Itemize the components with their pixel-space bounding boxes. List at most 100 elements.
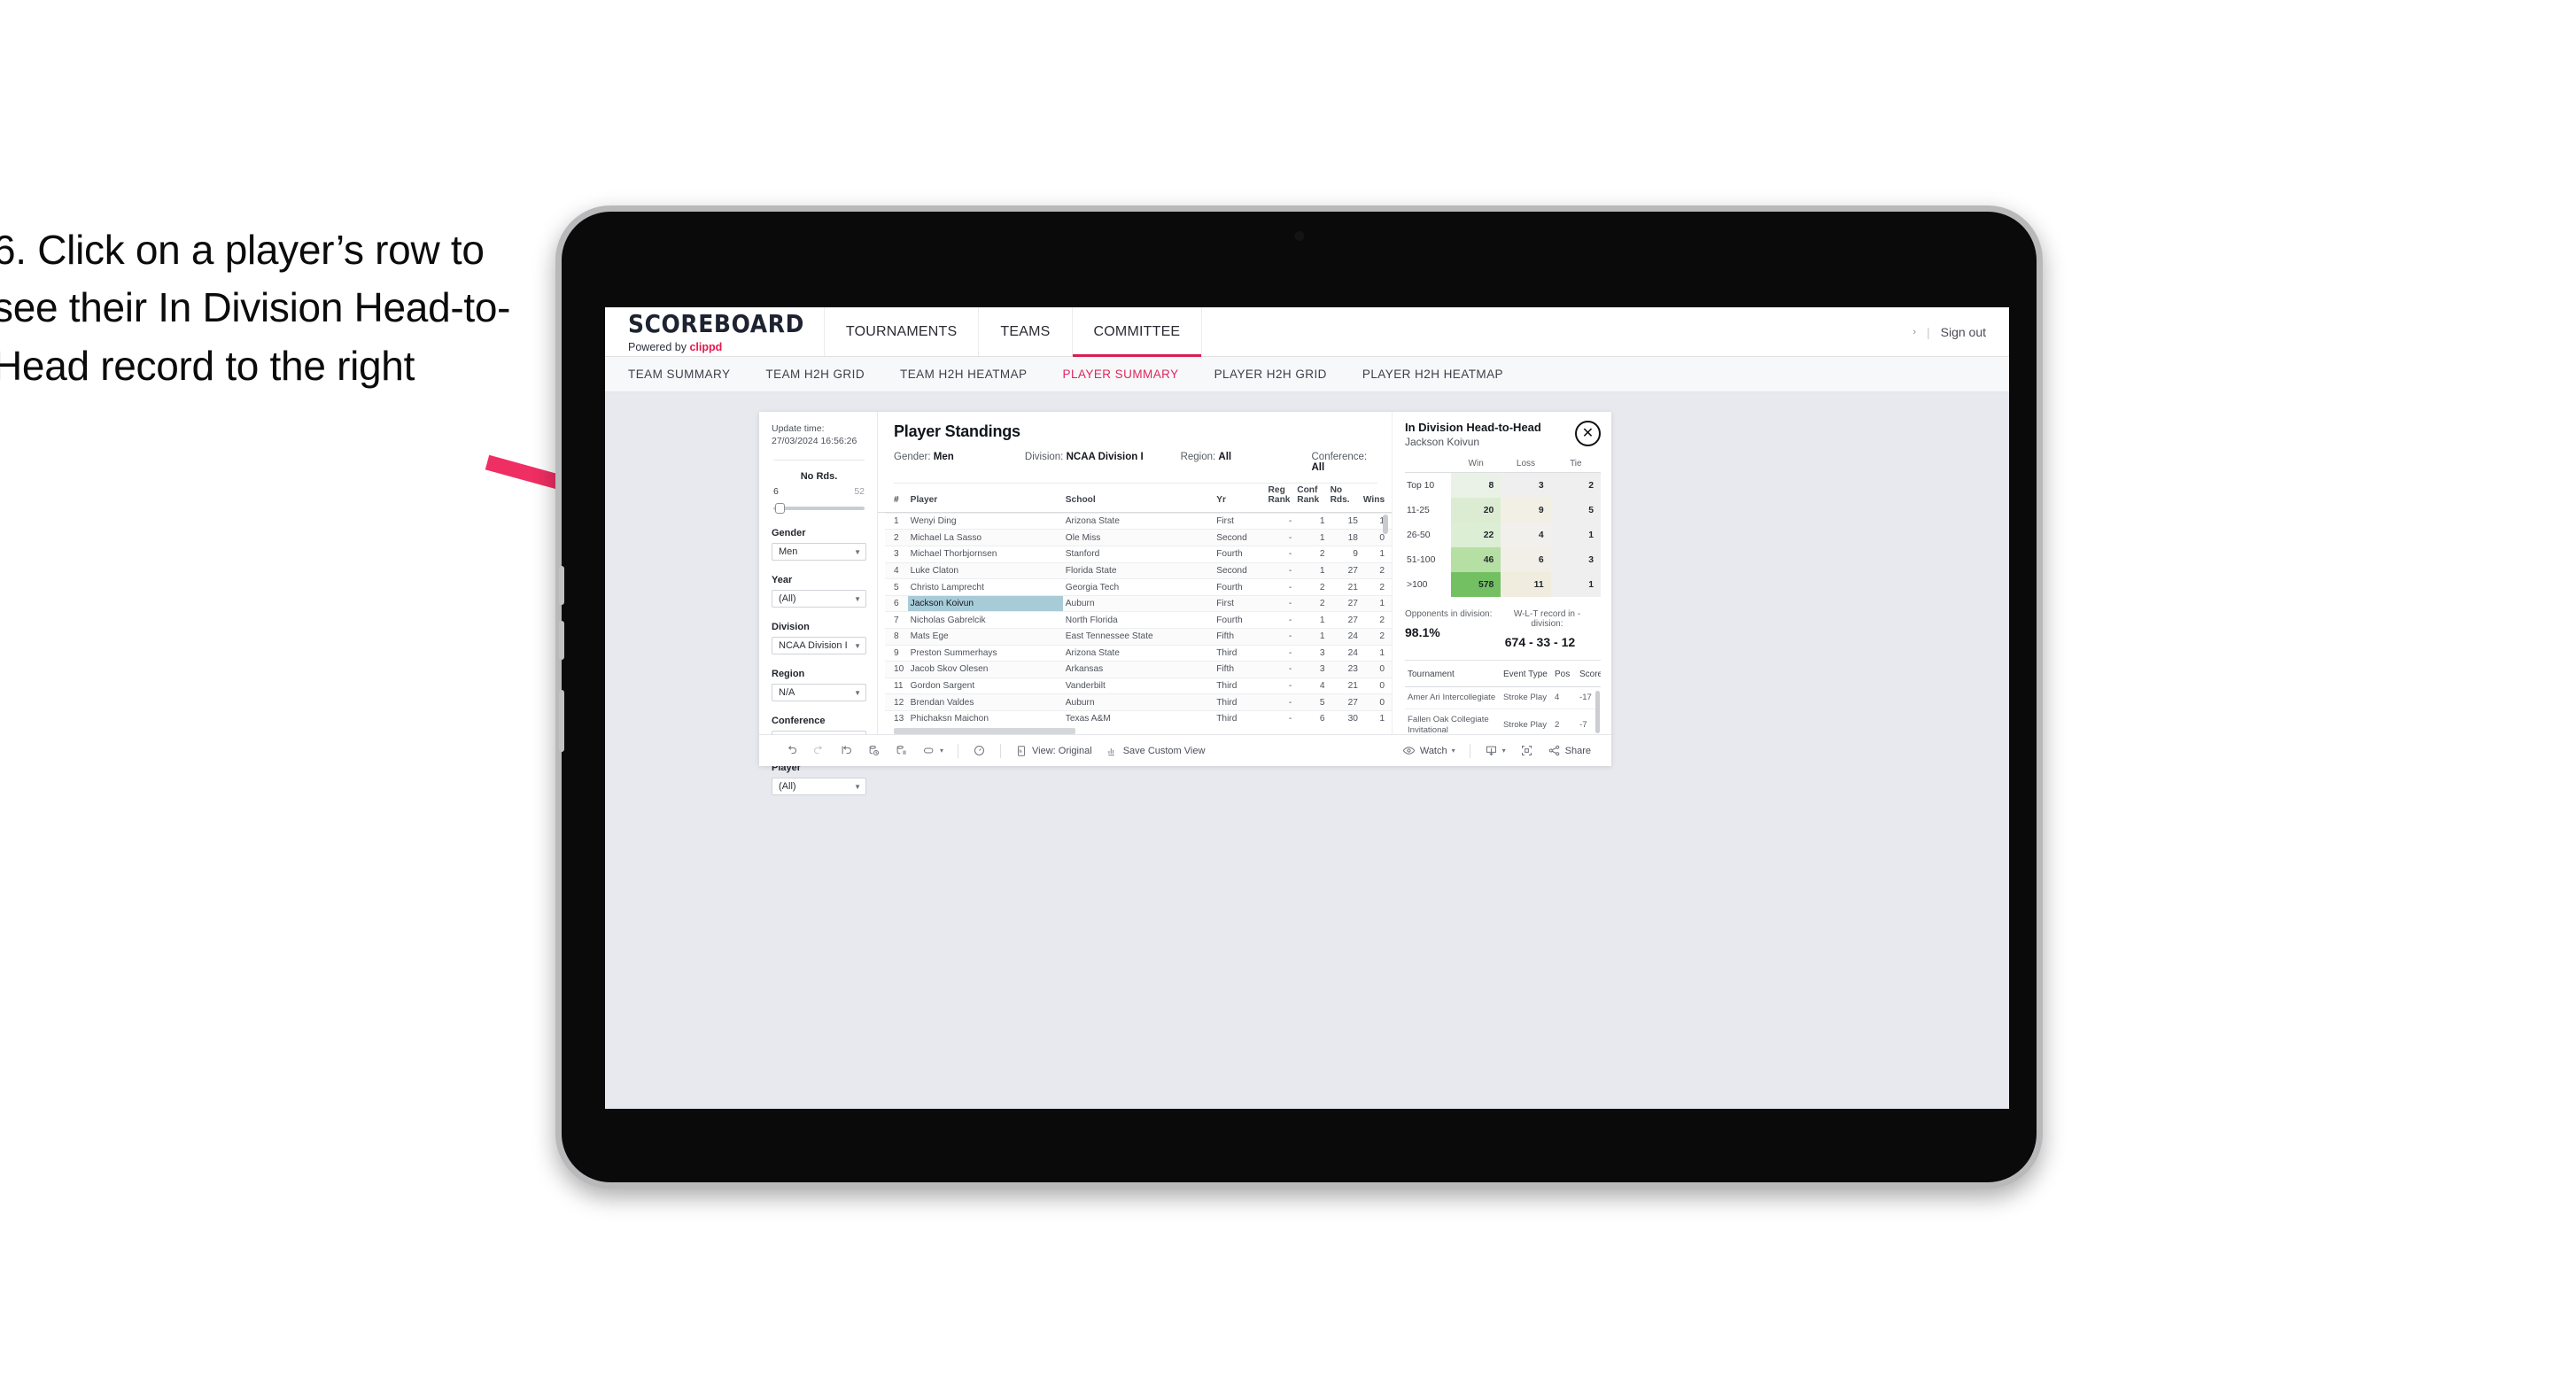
table-row[interactable]: 13 Phichaksn Maichon Texas A&M Third -6 30 1 <box>885 709 1392 724</box>
pause-refresh-icon[interactable] <box>966 744 992 757</box>
cell-rds: 27 <box>1327 594 1361 612</box>
table-row[interactable]: 1Wenyi DingArizona StateFirst-1151 <box>885 512 1392 530</box>
tournaments-scrollbar[interactable] <box>1595 691 1600 733</box>
volume-down-button[interactable] <box>559 621 564 660</box>
cell-rds: 21 <box>1327 677 1361 694</box>
cell-reg: - <box>1265 644 1295 662</box>
save-custom-view-button[interactable]: Save Custom View <box>1100 745 1212 757</box>
filter-sidebar: Update time: 27/03/2024 16:56:26 No Rds.… <box>759 412 878 796</box>
chevron-down-icon: ▼ <box>854 547 861 556</box>
tab-player-summary[interactable]: PLAYER SUMMARY <box>1063 368 1179 381</box>
table-row[interactable]: 12 Brendan Valdes Auburn Third -5 27 0 <box>885 693 1392 711</box>
h2h-cell-tie: 1 <box>1550 523 1601 547</box>
division-select[interactable]: NCAA Division I ▼ <box>772 637 866 655</box>
meta-region: Region: All <box>1181 452 1312 473</box>
filter-player: Player (All) ▼ <box>772 763 866 796</box>
table-row[interactable]: 9 Preston Summerhays Arizona State Third -3 2… <box>885 644 1392 662</box>
tab-player-h2h-heatmap[interactable]: PLAYER H2H HEATMAP <box>1362 368 1503 381</box>
cell-conf: 1 <box>1294 512 1328 530</box>
player-standings-panel: Player Standings Gender: Men Division: N… <box>878 412 1392 734</box>
tab-team-summary[interactable]: TEAM SUMMARY <box>628 368 730 381</box>
chevron-down-icon: ▾ <box>940 747 944 755</box>
col-player[interactable]: Player <box>908 484 1063 512</box>
col-no-rounds[interactable]: No Rds. <box>1328 484 1361 512</box>
list-item[interactable]: Amer Ari Intercollegiate Stroke Play 4 -17 <box>1405 686 1601 709</box>
no-rounds-slider[interactable] <box>773 503 865 515</box>
list-item[interactable]: Fallen Oak Collegiate Invitational Stroke… <box>1405 708 1601 734</box>
highlight-icon[interactable]: ▾ <box>916 744 950 757</box>
tab-player-h2h-grid[interactable]: PLAYER H2H GRID <box>1214 368 1327 381</box>
tab-team-h2h-heatmap[interactable]: TEAM H2H HEATMAP <box>900 368 1027 381</box>
volume-up-button[interactable] <box>559 566 564 605</box>
chevron-right-icon[interactable]: › <box>1913 327 1916 337</box>
year-select[interactable]: (All) ▼ <box>772 590 866 608</box>
cell-wins: 1 <box>1360 546 1392 563</box>
player-select[interactable]: (All) ▼ <box>772 778 866 796</box>
gender-select[interactable]: Men ▼ <box>772 543 866 561</box>
col-score[interactable]: Score <box>1577 662 1601 687</box>
meta-gender-label: Gender: <box>894 452 934 462</box>
h2h-player-name: Jackson Koivun <box>1405 436 1480 448</box>
close-icon[interactable]: ✕ <box>1575 421 1601 446</box>
share-button[interactable]: Share <box>1541 744 1597 757</box>
standings-table-body: 1Wenyi DingArizona StateFirst-11512Micha… <box>885 512 1392 724</box>
table-row[interactable]: 8 Mats Ege East Tennessee State Fifth -1 24 2 <box>885 628 1392 646</box>
cell-school: Auburn <box>1062 594 1214 612</box>
table-row[interactable]: 11 Gordon Sargent Vanderbilt Third -4 21 0 <box>885 677 1392 694</box>
sign-out-link[interactable]: Sign out <box>1941 325 1986 339</box>
nav-right-group: › | Sign out <box>1913 307 2009 356</box>
cell-reg: - <box>1265 546 1295 563</box>
nav-item-teams[interactable]: TEAMS <box>978 307 1071 356</box>
horizontal-scrollbar[interactable] <box>894 728 1075 734</box>
redo-button[interactable] <box>806 744 832 757</box>
cell-yr: Fifth <box>1214 661 1266 678</box>
nav-item-tournaments[interactable]: TOURNAMENTS <box>823 307 978 356</box>
year-label: Year <box>772 575 793 586</box>
cell-conf: 2 <box>1294 546 1328 563</box>
col-wins[interactable]: Wins <box>1361 484 1392 512</box>
col-event-type[interactable]: Event Type <box>1501 662 1552 687</box>
col-reg-rank[interactable]: Reg Rank <box>1266 484 1295 512</box>
cell-wins: 2 <box>1360 578 1392 596</box>
pause-data-icon[interactable] <box>888 744 914 757</box>
tab-team-h2h-grid[interactable]: TEAM H2H GRID <box>765 368 865 381</box>
fullscreen-button[interactable] <box>1514 744 1540 757</box>
table-row[interactable]: 5 Christo Lamprecht Georgia Tech Fourth -2 21… <box>885 578 1392 596</box>
table-row[interactable]: 10 Jacob Skov Olesen Arkansas Fifth -3 23 0 <box>885 661 1392 678</box>
chevron-down-icon: ▾ <box>1451 747 1455 755</box>
watch-button[interactable]: Watch ▾ <box>1396 744 1462 757</box>
h2h-heatmap-table: Win Loss Tie Top 10 8 3 2 11-25 20 9 5 26-50 22 4 1… <box>1405 459 1601 597</box>
standings-body[interactable]: 1Wenyi DingArizona StateFirst-11512Micha… <box>878 512 1392 724</box>
cell-conf: 1 <box>1294 611 1328 629</box>
view-original-button[interactable]: View: Original <box>1009 745 1098 757</box>
col-rank[interactable]: # <box>885 484 908 512</box>
power-button[interactable] <box>559 690 564 752</box>
nav-item-committee[interactable]: COMMITTEE <box>1071 307 1202 357</box>
h2h-cell-loss: 6 <box>1501 547 1551 572</box>
col-conf-rank[interactable]: Conf Rank <box>1294 484 1327 512</box>
table-row[interactable]: 6 Jackson Koivun Auburn First -2 27 1 <box>885 594 1392 612</box>
table-row[interactable]: 3 Michael Thorbjornsen Stanford Fourth -2 9 1 <box>885 546 1392 563</box>
h2h-panel: In Division Head-to-Head Jackson Koivun … <box>1392 412 1611 734</box>
revert-button[interactable] <box>834 744 859 757</box>
slider-handle[interactable] <box>775 503 785 515</box>
tablet-device: SCOREBOARD Powered by clippd TOURNAMENTS… <box>555 205 2043 1189</box>
undo-button[interactable] <box>779 744 804 757</box>
vertical-scrollbar[interactable] <box>1383 514 1388 534</box>
region-select[interactable]: N/A ▼ <box>772 684 866 702</box>
tournaments-list[interactable]: Tournament Event Type Pos Score Amer Ari… <box>1405 661 1601 734</box>
refresh-data-icon[interactable] <box>861 744 887 757</box>
table-row[interactable]: 7 Nicholas Gabrelcik North Florida Fourth -1… <box>885 611 1392 629</box>
top-navigation: SCOREBOARD Powered by clippd TOURNAMENTS… <box>605 307 2009 357</box>
col-school[interactable]: School <box>1063 484 1214 512</box>
cell-rds: 30 <box>1327 709 1361 724</box>
cell-rds: 27 <box>1327 561 1361 579</box>
table-row[interactable]: 2 Michael La Sasso Ole Miss Second -1 18 0 <box>885 529 1392 546</box>
cell-player: Mats Ege <box>907 628 1063 646</box>
table-row[interactable]: 4 Luke Claton Florida State Second -1 27 2 <box>885 561 1392 579</box>
col-tournament[interactable]: Tournament <box>1405 662 1501 687</box>
brand-logo[interactable]: SCOREBOARD Powered by clippd <box>605 307 824 356</box>
col-year[interactable]: Yr <box>1214 484 1265 512</box>
download-button[interactable]: ▾ <box>1478 744 1512 757</box>
col-pos[interactable]: Pos <box>1552 662 1577 687</box>
